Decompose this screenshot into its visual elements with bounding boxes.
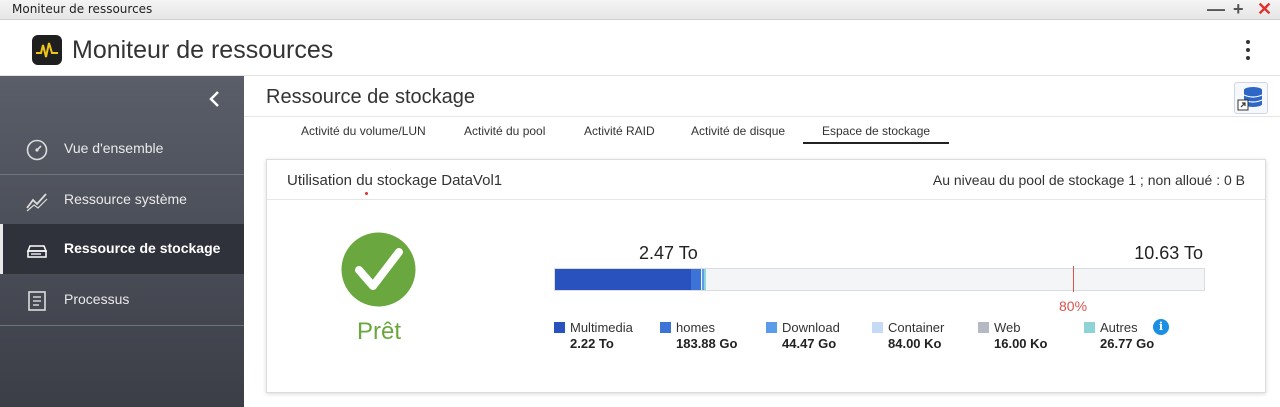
storage-usage-card: Utilisation du stockage DataVol1 Au nive… <box>266 159 1266 393</box>
more-options-icon[interactable] <box>1238 40 1258 64</box>
tab-volume-lun-activity[interactable]: Activité du volume/LUN <box>301 124 426 138</box>
legend-name: homes <box>676 320 716 335</box>
sidebar-item-processes[interactable]: Processus <box>0 275 244 325</box>
legend-swatch <box>554 322 565 333</box>
collapse-sidebar-icon[interactable] <box>208 90 228 112</box>
legend-swatch <box>872 322 883 333</box>
card-header: Utilisation du stockage DataVol1 Au nive… <box>267 160 1265 200</box>
legend-value: 183.88 Go <box>676 336 738 351</box>
threshold-label: 80% <box>1059 298 1088 314</box>
card-title: Utilisation du stockage DataVol1 <box>287 172 503 189</box>
legend-value: 16.00 Ko <box>994 336 1048 351</box>
legend-value: 2.22 To <box>570 336 614 351</box>
pool-info: Au niveau du pool de stockage 1 ; non al… <box>932 172 1245 188</box>
close-button[interactable]: ✕ <box>1257 0 1272 19</box>
usage-segment-multimedia <box>555 269 691 290</box>
legend-name: Multimedia <box>570 320 633 335</box>
storage-icon <box>26 239 48 261</box>
sidebar-item-system-resource[interactable]: Ressource système <box>0 174 244 224</box>
tab-raid-activity[interactable]: Activité RAID <box>584 124 655 138</box>
tab-storage-space[interactable]: Espace de stockage <box>803 124 950 144</box>
indicator-dot <box>365 192 368 195</box>
tab-pool-activity[interactable]: Activité du pool <box>464 124 545 138</box>
legend-swatch <box>978 322 989 333</box>
window-title: Moniteur de ressources <box>12 2 153 16</box>
usage-segment-autres <box>704 269 706 290</box>
resource-monitor-icon <box>32 35 62 65</box>
sidebar-item-storage-resource[interactable]: Ressource de stockage <box>0 224 244 274</box>
legend-value: 44.47 Go <box>782 336 837 351</box>
legend-value: 84.00 Ko <box>888 336 942 351</box>
tab-disk-activity[interactable]: Activité de disque <box>691 124 785 138</box>
sidebar-divider <box>0 325 244 326</box>
maximize-button[interactable]: + <box>1233 0 1244 19</box>
page-title: Ressource de stockage <box>266 86 476 108</box>
database-shortcut-icon[interactable] <box>1234 82 1268 114</box>
status-label: Prêt <box>356 318 401 345</box>
minimize-button[interactable]: — <box>1207 0 1225 19</box>
sidebar-item-label: Ressource de stockage <box>64 240 221 256</box>
legend-swatch <box>1084 322 1095 333</box>
sidebar: Vue d'ensemble Ressource système Ressour… <box>0 76 244 407</box>
legend-value: 26.77 Go <box>1100 336 1155 351</box>
sidebar-item-label: Ressource système <box>64 191 187 207</box>
legend-name: Container <box>888 320 945 335</box>
legend-name: Autres <box>1100 320 1138 335</box>
check-circle-icon <box>341 232 416 307</box>
sidebar-item-label: Vue d'ensemble <box>64 140 164 156</box>
usage-bar <box>554 268 1205 291</box>
main-content: Ressource de stockage Activité du volume… <box>244 76 1280 407</box>
sidebar-item-label: Processus <box>64 291 130 307</box>
threshold-marker <box>1073 266 1074 292</box>
app-header: Moniteur de ressources <box>0 20 1280 76</box>
legend-swatch <box>660 322 671 333</box>
usage-segment-homes <box>690 269 702 290</box>
tab-bar: Activité du volume/LUN Activité du pool … <box>244 116 1280 144</box>
info-icon[interactable]: i <box>1153 319 1169 335</box>
sidebar-item-overview[interactable]: Vue d'ensemble <box>0 124 244 174</box>
used-capacity: 2.47 To <box>639 243 698 263</box>
app-title: Moniteur de ressources <box>72 36 334 64</box>
legend-swatch <box>766 322 777 333</box>
list-document-icon <box>26 290 48 312</box>
window-titlebar: Moniteur de ressources — + ✕ <box>0 0 1280 20</box>
line-chart-icon <box>26 190 48 212</box>
gauge-icon <box>26 139 48 161</box>
total-capacity: 10.63 To <box>1134 243 1203 263</box>
legend-name: Download <box>782 320 840 335</box>
legend-name: Web <box>994 320 1021 335</box>
